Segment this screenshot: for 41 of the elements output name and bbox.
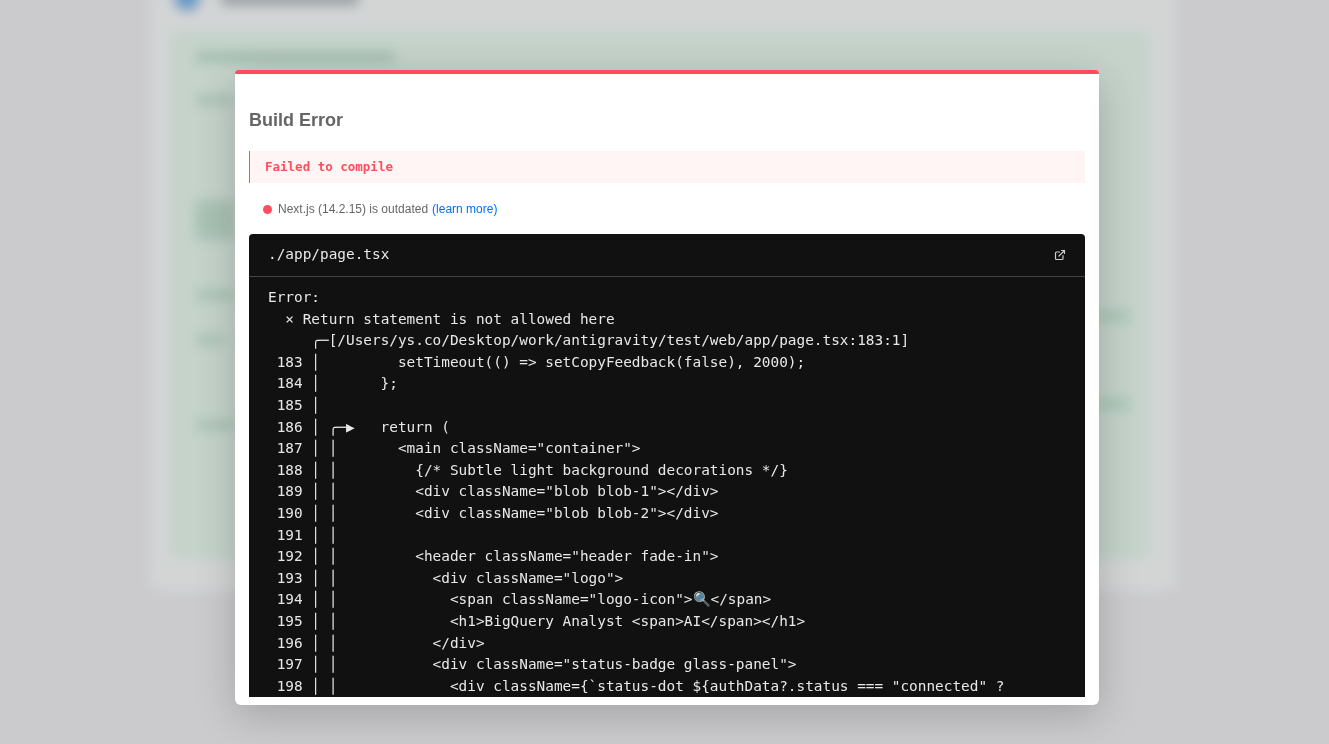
line-number: 191 xyxy=(275,525,303,545)
line-number: 198 xyxy=(275,676,303,696)
line-number: 186 xyxy=(275,417,303,437)
code-line: │ │ {/* Subtle light background decorations */} xyxy=(310,460,788,481)
external-link-icon[interactable] xyxy=(1054,249,1066,261)
code-line: │ │ <span className="logo-icon">🔍</span> xyxy=(310,589,772,610)
line-number: 187 xyxy=(275,439,303,459)
error-banner: Failed to compile xyxy=(249,151,1085,183)
code-line: │ │ <div className="logo"> xyxy=(310,568,624,589)
code-line: │ │ <div className="blob blob-1"></div> xyxy=(310,481,719,502)
code-line: │ │ <h1>BigQuery Analyst <span>AI</span></h1> xyxy=(310,611,806,632)
line-number: 197 xyxy=(275,655,303,675)
line-number: 192 xyxy=(275,547,303,567)
code-line: │ │ </div> xyxy=(310,633,485,654)
file-path: ./app/page.tsx xyxy=(268,245,390,265)
line-number: 195 xyxy=(275,611,303,631)
code-line: │ setTimeout(() => setCopyFeedback(false), 2000); xyxy=(310,352,806,373)
dialog-title: Build Error xyxy=(249,109,344,132)
line-number: 194 xyxy=(275,590,303,610)
learn-more-link[interactable]: (learn more) xyxy=(432,201,498,217)
line-number: 196 xyxy=(275,633,303,653)
code-line: │ │ <main className="container"> xyxy=(310,438,641,459)
code-line: │ ╭─▶ return ( xyxy=(310,417,450,438)
version-notice: Next.js (14.2.15) is outdated xyxy=(278,201,429,217)
code-line: │ │ <header className="header fade-in"> xyxy=(310,546,719,567)
error-message-line: ╭─[/Users/ys.co/Desktop/work/antigravity/test/web/app/page.tsx:183:1] xyxy=(310,331,910,351)
line-number: 185 xyxy=(275,395,303,415)
line-number: 190 xyxy=(275,503,303,523)
code-line: │ │ <div className={`status-dot ${authData?.status === "connected" ? xyxy=(310,676,1005,697)
line-number: 189 xyxy=(275,482,303,502)
code-line: │ xyxy=(310,395,320,416)
line-number: 184 xyxy=(275,374,303,394)
code-line: │ }; xyxy=(310,373,398,394)
code-line: │ │ <div className="blob blob-2"></div> xyxy=(310,503,719,524)
code-line: │ │ xyxy=(310,525,338,546)
error-message-line: Error: xyxy=(268,288,320,307)
error-message-line: × Return statement is not allowed here xyxy=(284,309,615,329)
line-number: 188 xyxy=(275,460,303,480)
line-number: 183 xyxy=(275,352,303,372)
line-number: 193 xyxy=(275,568,303,588)
code-line: │ │ <div className="status-badge glass-panel"> xyxy=(310,654,797,675)
